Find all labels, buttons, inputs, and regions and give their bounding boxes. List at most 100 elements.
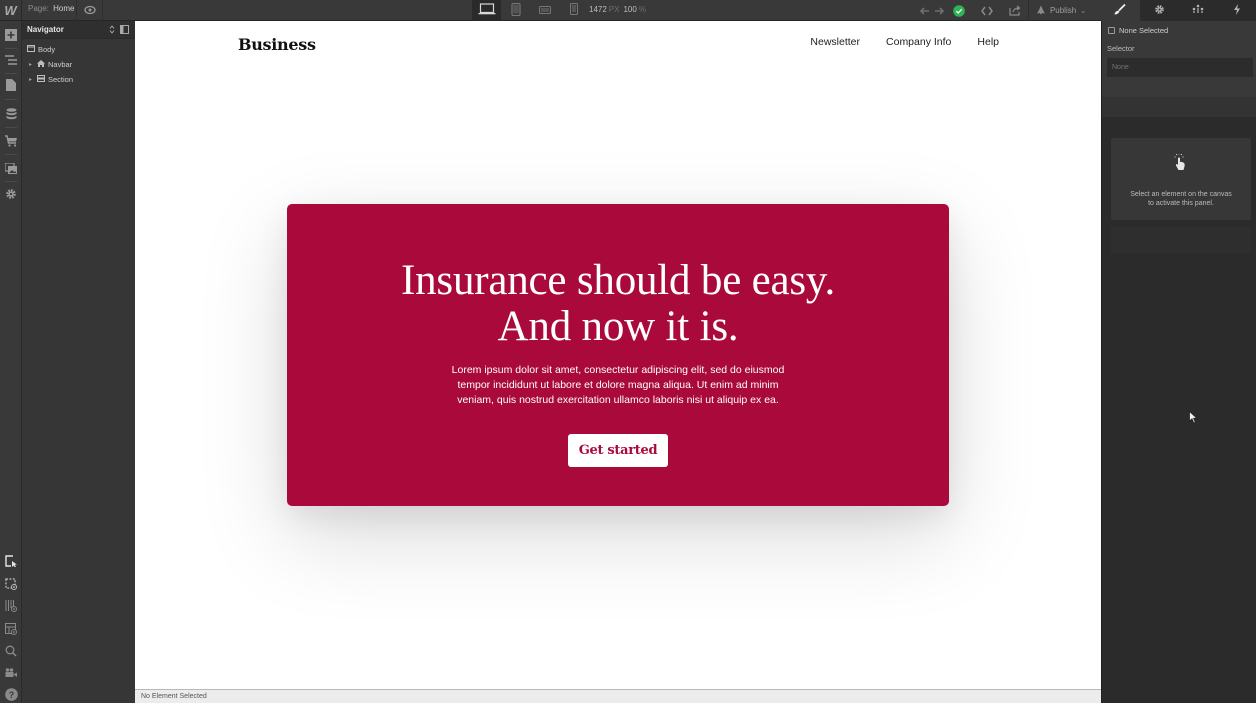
- navigator-icon[interactable]: [3, 52, 19, 68]
- right-panel-tabs: [1101, 0, 1256, 21]
- tablet-view-button[interactable]: [501, 0, 530, 21]
- chevron-down-icon: ⌄: [1080, 7, 1087, 15]
- desktop-icon: [478, 3, 496, 18]
- add-elements-icon[interactable]: [3, 27, 19, 43]
- tablet-icon: [510, 2, 521, 19]
- svg-text:?: ?: [8, 690, 14, 700]
- empty-state-card: Select an element on the canvas to activ…: [1111, 138, 1251, 220]
- top-toolbar: W Page: Home 1472 PX 100% Publish ⌄: [0, 0, 1256, 21]
- divider: [5, 48, 17, 49]
- publish-button[interactable]: Publish ⌄: [1029, 0, 1093, 21]
- tab-lightning[interactable]: [1217, 0, 1256, 21]
- section-icon: [37, 75, 45, 84]
- mobile-portrait-view-button[interactable]: [559, 0, 588, 21]
- hero-card[interactable]: Insurance should be easy. And now it is.…: [287, 204, 949, 506]
- tree-item-label: Section: [48, 75, 74, 84]
- divider: [102, 0, 103, 21]
- hero-title[interactable]: Insurance should be easy. And now it is.: [287, 258, 949, 350]
- tree-item-navbar[interactable]: ▸ Navbar: [22, 57, 135, 72]
- desktop-view-button[interactable]: [472, 0, 501, 21]
- cms-database-icon[interactable]: [3, 106, 19, 122]
- lightning-icon: [1233, 3, 1241, 18]
- divider: [5, 127, 17, 128]
- selector-label: Selector: [1107, 44, 1135, 53]
- navigator-panel: Navigator Body ▸ Navbar ▸ Section: [22, 21, 135, 703]
- help-icon[interactable]: ?: [3, 686, 19, 702]
- pages-icon[interactable]: [3, 77, 19, 93]
- mobile-landscape-icon: [538, 5, 551, 17]
- page-prefix: Page:: [28, 4, 49, 13]
- webflow-logo[interactable]: W: [0, 0, 22, 21]
- ecommerce-cart-icon[interactable]: [3, 133, 19, 149]
- selector-footer: [1102, 97, 1256, 117]
- site-brand[interactable]: Business: [238, 35, 316, 54]
- selection-row: None Selected: [1102, 21, 1256, 39]
- share-icon[interactable]: [1002, 0, 1028, 21]
- nav-link-help[interactable]: Help: [977, 36, 999, 48]
- expand-collapse-icon[interactable]: [109, 25, 115, 37]
- selector-input[interactable]: [1107, 58, 1253, 77]
- page-selector[interactable]: Page: Home: [28, 4, 74, 13]
- undo-icon[interactable]: [918, 0, 932, 21]
- zoom-unit: %: [638, 5, 646, 14]
- design-canvas[interactable]: Business Newsletter Company Info Help In…: [135, 21, 1101, 689]
- search-icon[interactable]: [3, 643, 19, 659]
- rocket-icon: [1036, 5, 1046, 17]
- canvas-width-unit: PX: [608, 5, 620, 14]
- divider: [5, 99, 17, 100]
- settings-gear-icon: [1154, 4, 1165, 18]
- device-switcher: [472, 0, 588, 21]
- style-panel: None Selected Selector Select an element…: [1101, 21, 1256, 703]
- mouse-cursor-icon: [1189, 410, 1199, 427]
- divider: [5, 154, 17, 155]
- nav-link-company-info[interactable]: Company Info: [886, 36, 951, 48]
- nav-link-newsletter[interactable]: Newsletter: [810, 36, 860, 48]
- code-export-icon[interactable]: [972, 0, 1002, 21]
- tap-hand-icon: [1173, 153, 1187, 173]
- tab-style[interactable]: [1101, 0, 1140, 21]
- navigator-header: Navigator: [22, 21, 135, 39]
- hero-body[interactable]: Lorem ipsum dolor sit amet, consectetur …: [442, 363, 794, 408]
- mobile-landscape-view-button[interactable]: [530, 0, 559, 21]
- hero-title-line1: Insurance should be easy.: [400, 257, 835, 304]
- video-tutorials-icon[interactable]: [3, 665, 19, 681]
- interactions-icon: [1192, 4, 1204, 17]
- dock-panel-icon[interactable]: [120, 25, 129, 37]
- tree-item-section[interactable]: ▸ Section: [22, 72, 135, 87]
- navigator-tree: Body ▸ Navbar ▸ Section: [22, 39, 135, 87]
- canvas-size-readout[interactable]: 1472 PX 100%: [589, 5, 650, 14]
- assets-images-icon[interactable]: [3, 160, 19, 176]
- style-brush-icon: [1114, 3, 1127, 18]
- eye-icon[interactable]: [84, 4, 96, 16]
- selection-checkbox[interactable]: [1108, 26, 1115, 34]
- empty-message-line2: to activate this panel.: [1148, 200, 1214, 207]
- show-element-edges-icon[interactable]: [3, 576, 19, 592]
- hero-title-line2: And now it is.: [497, 303, 739, 350]
- page-name: Home: [53, 4, 75, 13]
- tree-item-body[interactable]: Body: [22, 42, 135, 57]
- xray-mode-icon[interactable]: [3, 598, 19, 614]
- mobile-portrait-icon: [569, 3, 578, 18]
- tab-settings[interactable]: [1140, 0, 1179, 21]
- divider: [5, 181, 17, 182]
- selector-block: Selector: [1102, 39, 1256, 97]
- caret-right-icon[interactable]: ▸: [29, 61, 34, 68]
- redo-icon[interactable]: [932, 0, 946, 21]
- preview-layout-icon[interactable]: [3, 621, 19, 637]
- tree-item-label: Navbar: [48, 60, 73, 69]
- divider: [1028, 0, 1029, 21]
- publish-label: Publish: [1049, 6, 1077, 15]
- empty-state-message: Select an element on the canvas to activ…: [1111, 190, 1251, 208]
- settings-gear-icon[interactable]: [3, 186, 19, 202]
- status-bar: No Element Selected: [135, 689, 1101, 703]
- select-element-icon[interactable]: [3, 553, 19, 569]
- divider: [76, 0, 77, 21]
- save-status-icon[interactable]: [946, 0, 972, 21]
- panel-placeholder: [1111, 227, 1251, 253]
- caret-right-icon[interactable]: ▸: [29, 76, 34, 83]
- get-started-button[interactable]: Get started: [568, 434, 668, 467]
- none-selected-label: None Selected: [1119, 25, 1169, 35]
- tab-interactions[interactable]: [1179, 0, 1218, 21]
- zoom-level: 100: [623, 5, 637, 14]
- canvas-width: 1472: [589, 5, 607, 14]
